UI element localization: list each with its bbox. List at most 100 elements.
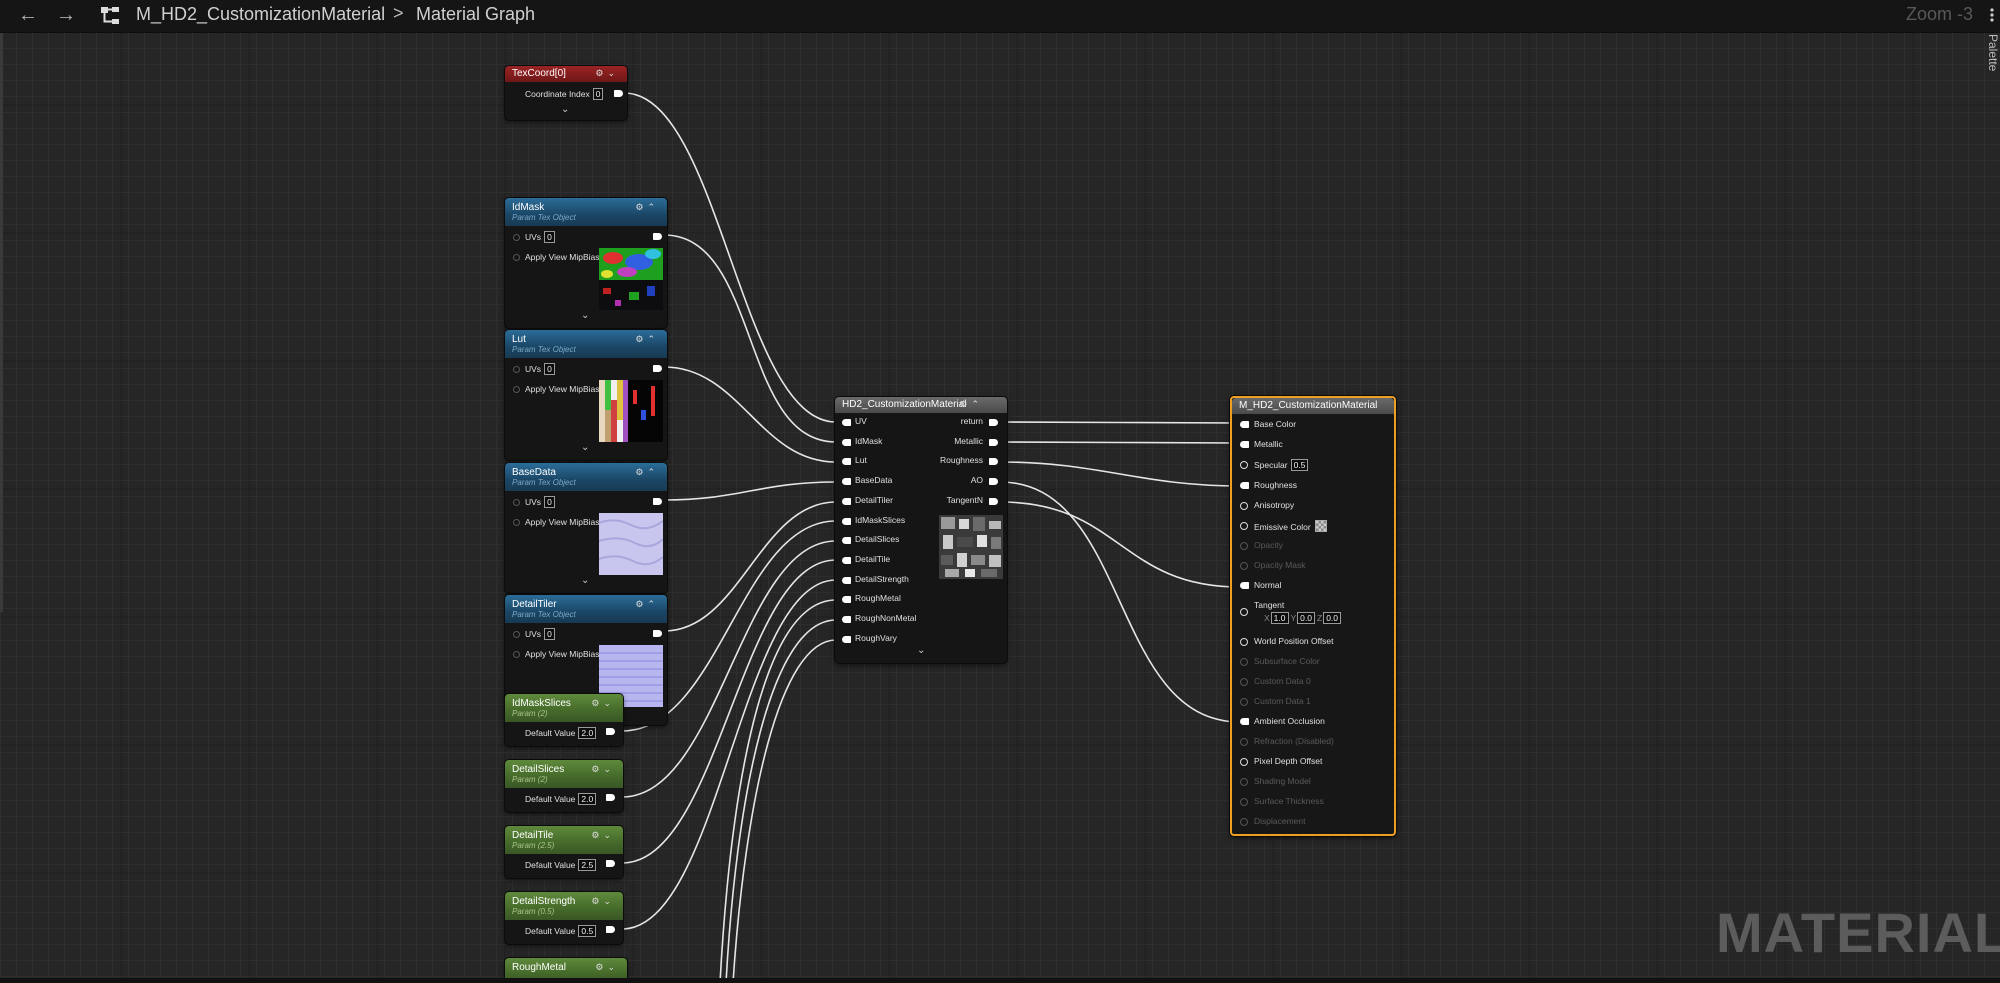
default-value-input[interactable]: 2.5 (578, 859, 597, 871)
material-input-pin[interactable] (1240, 582, 1249, 589)
output-pin[interactable] (989, 458, 998, 466)
input-pin[interactable] (842, 537, 851, 545)
node-options-icon[interactable]: ⚙⌄ (591, 764, 615, 775)
arrow-left-icon[interactable]: ← (14, 3, 42, 27)
node-header[interactable]: HD2_CustomizationMaterial ⚙⌃ (835, 397, 1007, 413)
material-input-pin[interactable] (1240, 461, 1248, 469)
material-input-pin[interactable] (1240, 441, 1249, 448)
material-input-pin[interactable] (1240, 421, 1249, 428)
palette-tab[interactable]: Palette (1984, 32, 2000, 72)
uvs-pin[interactable] (513, 631, 520, 638)
node-header[interactable]: DetailStrength Param (0.5) ⚙⌄ (505, 892, 623, 920)
node-header[interactable]: DetailSlices Param (2) ⚙⌄ (505, 760, 623, 788)
output-pin[interactable] (614, 90, 623, 97)
output-pin[interactable] (989, 419, 998, 426)
chevron-down-icon[interactable]: ⌄ (917, 645, 925, 656)
specular-value-input[interactable]: 0.5 (1290, 459, 1309, 471)
node-options-icon[interactable]: ⚙⌄ (595, 68, 619, 79)
material-input-pin[interactable] (1240, 482, 1249, 489)
arrow-right-icon[interactable]: → (52, 3, 80, 27)
input-pin[interactable] (842, 517, 851, 525)
uvs-pin[interactable] (513, 499, 520, 506)
material-input-pin[interactable] (1240, 638, 1248, 646)
node-options-icon[interactable]: ⚙⌄ (591, 896, 615, 907)
material-input-pin[interactable] (1240, 522, 1248, 530)
output-pin[interactable] (606, 728, 615, 735)
idmaskslices-node[interactable]: IdMaskSlices Param (2) ⚙⌄ Default Value 2… (505, 694, 623, 746)
uvs-input[interactable]: 0 (544, 628, 555, 640)
mipbias-pin[interactable] (513, 651, 520, 658)
input-pin[interactable] (842, 497, 851, 505)
chevron-down-icon[interactable]: ⌄ (561, 104, 569, 115)
coordinate-index-input[interactable]: 0 (592, 88, 604, 100)
default-value-input[interactable]: 2.0 (578, 793, 597, 805)
node-options-icon[interactable]: ⚙⌃ (635, 202, 659, 213)
uvs-input[interactable]: 0 (544, 231, 555, 243)
uvs-input[interactable]: 0 (544, 363, 555, 375)
node-options-icon[interactable]: ⚙⌃ (635, 599, 659, 610)
output-pin[interactable] (653, 233, 662, 240)
hierarchy-icon[interactable] (100, 6, 122, 26)
breadcrumb-graph[interactable]: Material Graph (416, 4, 535, 25)
lut-node[interactable]: Lut Param Tex Object ⚙⌃ UVs 0 Apply View … (505, 330, 667, 460)
tangent-x-input[interactable]: 1.0 (1270, 612, 1289, 624)
output-pin[interactable] (606, 794, 615, 801)
output-pin[interactable] (606, 860, 615, 867)
mipbias-pin[interactable] (513, 386, 520, 393)
input-pin[interactable] (842, 438, 851, 446)
output-pin[interactable] (989, 438, 998, 446)
node-header[interactable]: IdMaskSlices Param (2) ⚙⌄ (505, 694, 623, 722)
material-input-pin[interactable] (1240, 758, 1248, 766)
node-header[interactable]: IdMask Param Tex Object ⚙⌃ (505, 198, 667, 226)
uvs-pin[interactable] (513, 234, 520, 241)
mipbias-pin[interactable] (513, 254, 520, 261)
breadcrumb-asset[interactable]: M_HD2_CustomizationMaterial (136, 4, 385, 25)
output-pin[interactable] (653, 365, 662, 372)
chevron-down-icon[interactable]: ⌄ (581, 310, 589, 321)
material-input-pin[interactable] (1240, 502, 1248, 510)
emissive-color-swatch[interactable] (1314, 520, 1327, 532)
node-header[interactable]: BaseData Param Tex Object ⚙⌃ (505, 463, 667, 491)
node-options-icon[interactable]: ⚙⌄ (591, 698, 615, 709)
output-pin[interactable] (989, 478, 998, 486)
chevron-down-icon[interactable]: ⌄ (581, 575, 589, 586)
idmask-node[interactable]: IdMask Param Tex Object ⚙⌃ UVs 0 Apply Vi… (505, 198, 667, 328)
node-options-icon[interactable]: ⚙⌃ (959, 399, 983, 410)
input-pin[interactable] (842, 635, 851, 643)
tangent-y-input[interactable]: 0.0 (1297, 612, 1315, 624)
mipbias-pin[interactable] (513, 519, 520, 526)
texcoord-node[interactable]: TexCoord[0] ⚙⌄ Coordinate Index 0 ⌄ (505, 66, 627, 120)
node-header[interactable]: M_HD2_CustomizationMaterial (1232, 398, 1394, 414)
basedata-node[interactable]: BaseData Param Tex Object ⚙⌃ UVs 0 Apply … (505, 463, 667, 593)
detailslices-node[interactable]: DetailSlices Param (2) ⚙⌄ Default Value 2… (505, 760, 623, 812)
output-pin[interactable] (606, 926, 615, 933)
material-result-node[interactable]: M_HD2_CustomizationMaterial Base Color Me… (1230, 396, 1396, 836)
detailstrength-node[interactable]: DetailStrength Param (0.5) ⚙⌄ Default Va… (505, 892, 623, 944)
input-pin[interactable] (842, 616, 851, 623)
input-pin[interactable] (842, 478, 851, 486)
default-value-input[interactable]: 0.5 (578, 925, 597, 937)
input-pin[interactable] (842, 556, 851, 564)
node-header[interactable]: Lut Param Tex Object ⚙⌃ (505, 330, 667, 358)
node-header[interactable]: DetailTile Param (2.5) ⚙⌄ (505, 826, 623, 854)
output-pin[interactable] (653, 498, 662, 505)
detailtile-node[interactable]: DetailTile Param (2.5) ⚙⌄ Default Value 2… (505, 826, 623, 878)
default-value-input[interactable]: 2.0 (578, 727, 597, 739)
input-pin[interactable] (842, 458, 851, 466)
more-options-icon[interactable] (1986, 6, 1998, 24)
customization-function-node[interactable]: HD2_CustomizationMaterial ⚙⌃ UV IdMask Lut… (835, 397, 1007, 663)
uvs-input[interactable]: 0 (544, 496, 555, 508)
input-pin[interactable] (842, 596, 851, 604)
node-options-icon[interactable]: ⚙⌄ (591, 830, 615, 841)
output-pin[interactable] (653, 630, 662, 637)
output-pin[interactable] (989, 497, 998, 505)
tangent-z-input[interactable]: 0.0 (1323, 612, 1342, 624)
node-header[interactable]: DetailTiler Param Tex Object ⚙⌃ (505, 595, 667, 623)
material-input-pin[interactable] (1240, 718, 1249, 725)
node-options-icon[interactable]: ⚙⌃ (635, 467, 659, 478)
node-options-icon[interactable]: ⚙⌄ (595, 962, 619, 973)
uvs-pin[interactable] (513, 366, 520, 373)
material-input-pin[interactable] (1240, 608, 1248, 616)
node-header[interactable]: TexCoord[0] ⚙⌄ (505, 66, 627, 82)
input-pin[interactable] (842, 576, 851, 584)
